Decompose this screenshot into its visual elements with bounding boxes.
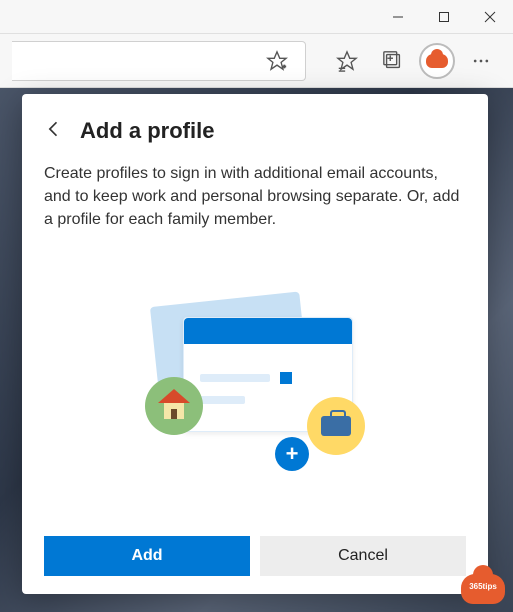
cancel-button[interactable]: Cancel [260,536,466,576]
popup-button-row: Add Cancel [44,536,466,576]
close-button[interactable] [467,0,513,34]
plus-badge-icon: + [275,437,309,471]
add-profile-popup: Add a profile Create profiles to sign in… [22,94,488,594]
back-button[interactable] [44,119,64,144]
cloud-icon [426,54,448,68]
add-button[interactable]: Add [44,536,250,576]
popup-title: Add a profile [80,118,214,144]
popup-illustration: + [44,252,466,526]
maximize-button[interactable] [421,0,467,34]
briefcase-badge-icon [307,397,365,455]
popup-header: Add a profile [44,118,466,144]
watermark-badge: 365tips [461,574,505,604]
popup-description: Create profiles to sign in with addition… [44,162,466,232]
browser-toolbar [0,34,513,88]
collections-icon[interactable] [373,41,413,81]
address-bar-end [12,41,306,81]
minimize-button[interactable] [375,0,421,34]
home-badge-icon [145,377,203,435]
more-menu-icon[interactable] [461,41,501,81]
watermark-text: 365tips [461,582,505,591]
favorites-list-icon[interactable] [327,41,367,81]
profile-avatar-button[interactable] [419,43,455,79]
add-favorite-icon[interactable] [257,41,297,81]
window-titlebar [0,0,513,34]
